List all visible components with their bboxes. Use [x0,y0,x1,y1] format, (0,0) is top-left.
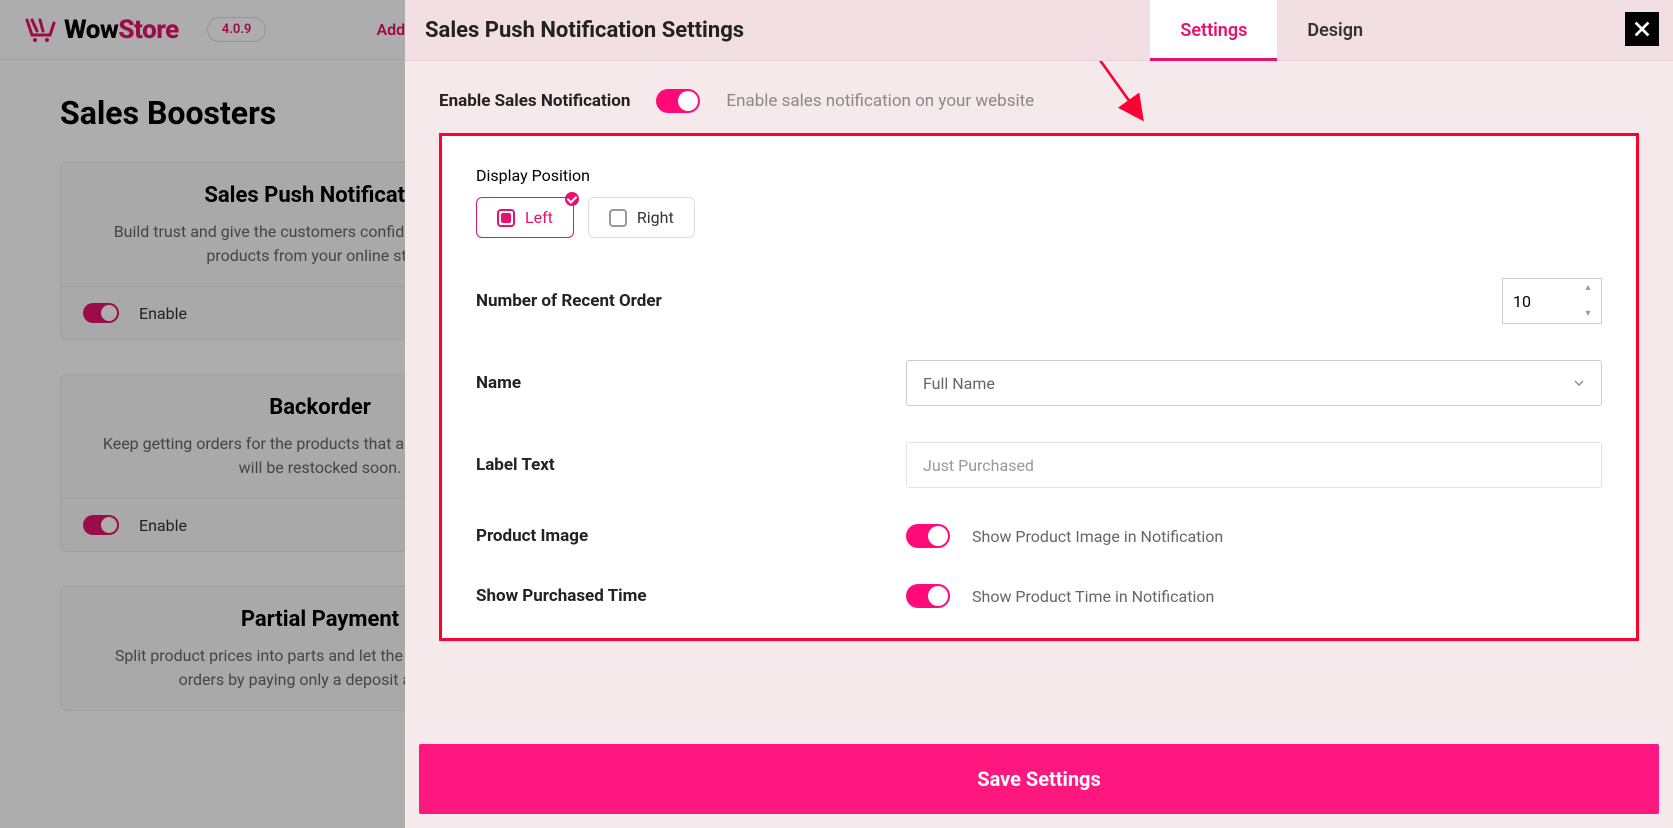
chevron-down-icon [1571,375,1587,391]
enable-hint: Enable sales notification on your websit… [726,91,1034,111]
name-select[interactable]: Full Name [906,360,1602,406]
save-settings-button[interactable]: Save Settings [419,744,1659,814]
enable-row: Enable Sales Notification Enable sales n… [439,89,1639,113]
option-label: Right [637,208,674,227]
recent-order-label: Number of Recent Order [476,291,906,311]
select-value: Full Name [923,374,995,393]
close-icon [1631,18,1653,40]
modal-title: Sales Push Notification Settings [425,18,744,43]
settings-form-highlight: Display Position Left Right Number of Re… [439,133,1639,641]
product-image-label: Product Image [476,526,906,546]
stepper-up[interactable]: ▴ [1581,283,1595,293]
radio-icon [609,209,627,227]
option-label: Left [525,208,553,227]
settings-modal: Sales Push Notification Settings Setting… [405,0,1673,828]
label-text-label: Label Text [476,455,906,475]
enable-label: Enable Sales Notification [439,91,630,111]
tab-design[interactable]: Design [1277,0,1393,60]
modal-header: Sales Push Notification Settings Setting… [405,0,1673,61]
product-image-hint: Show Product Image in Notification [972,527,1223,546]
enable-toggle[interactable] [656,89,700,113]
purchased-time-toggle[interactable] [906,584,950,608]
recent-order-input[interactable] [1513,292,1569,311]
purchased-time-hint: Show Product Time in Notification [972,587,1214,606]
radio-icon [497,209,515,227]
product-image-toggle[interactable] [906,524,950,548]
name-label: Name [476,373,906,393]
check-icon [565,192,579,206]
tab-settings[interactable]: Settings [1150,0,1277,60]
recent-order-input-wrap: ▴ ▾ [1502,278,1602,324]
position-right-option[interactable]: Right [588,197,695,238]
display-position-label: Display Position [476,166,1602,185]
close-button[interactable] [1625,12,1659,46]
stepper-down[interactable]: ▾ [1581,309,1595,319]
label-text-input[interactable] [906,442,1602,488]
purchased-time-label: Show Purchased Time [476,586,906,606]
position-left-option[interactable]: Left [476,197,574,238]
